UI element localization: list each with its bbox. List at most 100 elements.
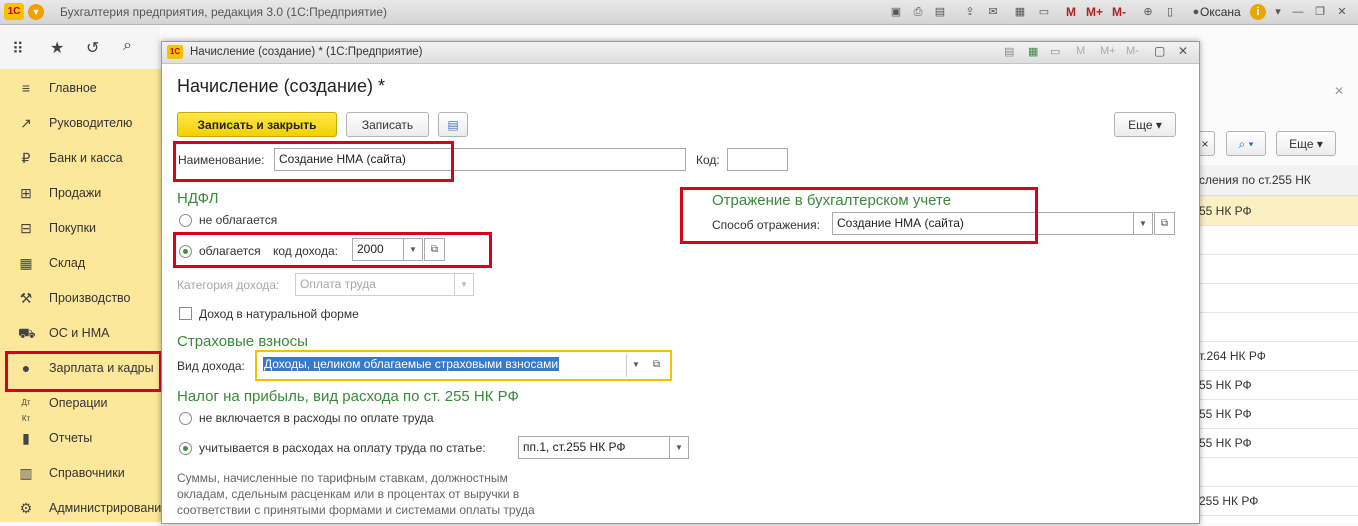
chevron-down-icon: ▼ <box>455 273 474 296</box>
sidebar-item-admin[interactable]: ⚙ Администрирование <box>0 491 168 526</box>
chevron-down-icon[interactable]: ▾ <box>1270 4 1286 20</box>
code-field[interactable] <box>727 148 788 171</box>
income-type-field[interactable]: Доходы, целиком облагаемые страховыми вз… <box>259 354 626 377</box>
table-row[interactable]: 55 НК РФ <box>1195 399 1358 429</box>
in-kind-checkbox[interactable] <box>179 307 192 320</box>
income-type-label: Вид дохода: <box>177 359 245 373</box>
in-kind-label: Доход в натуральной форме <box>199 307 359 321</box>
table-row[interactable]: 55 НК РФ <box>1195 370 1358 400</box>
sidebar-item-fixed-assets[interactable]: ⛟ ОС и НМА <box>0 316 163 351</box>
info-icon[interactable]: i <box>1250 4 1266 20</box>
bg-more-button[interactable]: Еще ▾ <box>1276 131 1336 156</box>
gear-icon: ⚙ <box>19 500 33 516</box>
sidebar-item-warehouse[interactable]: ▦ Склад <box>0 246 163 281</box>
table-cell: 55 НК РФ <box>1199 407 1252 421</box>
chevron-down-icon[interactable]: ▼ <box>1134 212 1153 235</box>
table-row[interactable]: 55 НК РФ <box>1195 428 1358 458</box>
chevron-down-icon[interactable]: ▼ <box>670 436 689 459</box>
sidebar-item-sales[interactable]: ⊞ Продажи <box>0 176 163 211</box>
calendar-icon[interactable]: ▭ <box>1036 4 1052 20</box>
memory-m-minus-button[interactable]: M- <box>1112 5 1126 19</box>
table-row[interactable] <box>1195 225 1358 255</box>
zoom-icon[interactable]: ⊕ <box>1140 4 1156 20</box>
dialog-logo: 1С <box>167 45 183 59</box>
sidebar-item-reports[interactable]: ▮ Отчеты <box>0 421 163 456</box>
included-radio[interactable] <box>179 442 192 455</box>
form-title: Начисление (создание) * <box>177 76 385 96</box>
sidebar-item-label: Банк и касса <box>49 151 123 165</box>
sidebar-item-manager[interactable]: ↗ Руководителю <box>0 106 163 141</box>
list-icon[interactable]: ▤ <box>438 112 468 137</box>
table-row[interactable]: 55 НК РФ <box>1195 196 1358 226</box>
bar-chart-icon: ▮ <box>22 430 30 446</box>
bg-search-button[interactable]: ⌕ ▾ <box>1226 131 1266 156</box>
bg-close-icon[interactable]: ✕ <box>1334 84 1344 98</box>
history-icon[interactable]: ▯ <box>1162 4 1178 20</box>
table-row[interactable] <box>1195 457 1358 487</box>
restore-icon[interactable]: ❐ <box>1312 4 1328 20</box>
open-icon[interactable]: ⧉ <box>1154 212 1175 235</box>
sidebar-item-label: Операции <box>49 396 108 410</box>
table-row[interactable] <box>1195 283 1358 313</box>
document-icon[interactable]: ▤ <box>1004 45 1014 58</box>
search-icon[interactable]: ⌕ <box>123 37 132 55</box>
table-cell: 255 НК РФ <box>1199 494 1259 508</box>
not-included-radio[interactable] <box>179 412 192 425</box>
calculator-icon[interactable]: ▦ <box>1028 45 1038 58</box>
upload-icon[interactable]: ⇪ <box>962 4 978 20</box>
sidebar-item-production[interactable]: ⚒ Производство <box>0 281 163 316</box>
calculator-icon[interactable]: ▦ <box>1012 4 1028 20</box>
maximize-icon[interactable]: ▢ <box>1154 44 1165 58</box>
save-button[interactable]: Записать <box>346 112 429 137</box>
table-cell: 55 НК РФ <box>1199 436 1252 450</box>
user-name[interactable]: Оксана <box>1200 5 1241 19</box>
table-row[interactable] <box>1195 312 1358 342</box>
code-label: Код: <box>696 153 720 167</box>
app-logo: 1С <box>4 3 24 20</box>
close-icon[interactable]: ✕ <box>1334 4 1350 20</box>
calendar-icon[interactable]: ▭ <box>1050 45 1060 58</box>
preview-icon[interactable]: ▤ <box>932 4 948 20</box>
more-button[interactable]: Еще ▾ <box>1114 112 1176 137</box>
history-clock-icon[interactable]: ↺ <box>86 38 99 58</box>
article-field[interactable]: пп.1, ст.255 НК РФ <box>518 436 670 459</box>
ndfl-section-title: НДФЛ <box>177 190 219 207</box>
sidebar-item-label: Администрирование <box>49 501 169 515</box>
insurance-section-title: Страховые взносы <box>177 333 308 350</box>
app-title: Бухгалтерия предприятия, редакция 3.0 (1… <box>60 5 388 19</box>
book-icon: ▥ <box>19 465 33 481</box>
table-row[interactable] <box>1195 254 1358 284</box>
highlight-name <box>173 141 454 182</box>
minimize-icon[interactable]: — <box>1290 4 1306 20</box>
sidebar-item-catalogs[interactable]: ▥ Справочники <box>0 456 163 491</box>
chevron-down-icon[interactable]: ▼ <box>626 354 645 377</box>
open-icon[interactable]: ⧉ <box>646 354 667 377</box>
article-note: Суммы, начисленные по тарифным ставкам, … <box>177 470 535 518</box>
ruble-icon: ₽ <box>21 150 31 166</box>
table-row[interactable]: т.264 НК РФ <box>1195 341 1358 371</box>
memory-m-plus-button[interactable]: M+ <box>1086 5 1103 19</box>
save-and-close-button[interactable]: Записать и закрыть <box>177 112 337 137</box>
not-included-label: не включается в расходы по оплате труда <box>199 411 434 425</box>
memory-m-minus-button[interactable]: M- <box>1126 45 1139 57</box>
memory-m-button[interactable]: M <box>1076 45 1085 57</box>
memory-m-plus-button[interactable]: M+ <box>1100 45 1116 57</box>
ndfl-not-taxed-radio[interactable] <box>179 214 192 227</box>
note-line: Суммы, начисленные по тарифным ставкам, … <box>177 471 508 485</box>
favorites-star-icon[interactable]: ★ <box>50 38 64 58</box>
sidebar-item-purchases[interactable]: ⊟ Покупки <box>0 211 163 246</box>
table-row[interactable]: 255 НК РФ <box>1195 486 1358 516</box>
print-icon[interactable]: ⎙ <box>910 4 926 20</box>
table-cell: 55 НК РФ <box>1199 204 1252 218</box>
mail-icon[interactable]: ✉ <box>985 4 1001 20</box>
save-icon[interactable]: ▣ <box>888 4 904 20</box>
highlight-accounting <box>680 187 1038 244</box>
close-icon[interactable]: ✕ <box>1178 44 1188 58</box>
dialog-window-title: Начисление (создание) * (1С:Предприятие) <box>190 46 423 58</box>
sidebar-item-bank[interactable]: ₽ Банк и касса <box>0 141 163 176</box>
apps-grid-icon[interactable]: ⠿ <box>12 39 24 59</box>
sidebar-item-main[interactable]: ≡ Главное <box>0 71 163 106</box>
truck-icon: ⛟ <box>18 325 36 341</box>
main-menu-icon[interactable]: ▼ <box>28 4 44 20</box>
memory-m-button[interactable]: M <box>1066 5 1076 19</box>
